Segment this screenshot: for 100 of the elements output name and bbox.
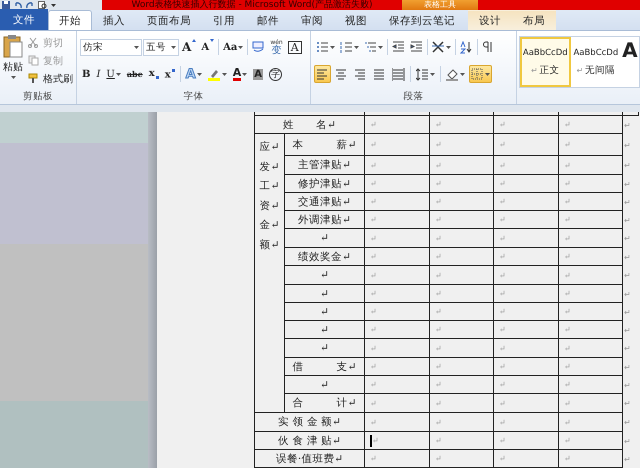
cross-arrows-icon (432, 40, 445, 54)
table-cell: ↵ (430, 193, 494, 211)
table-cell: ↵ (430, 358, 494, 376)
distribute-button[interactable] (390, 65, 407, 83)
row-end-mark: ↵ (623, 380, 632, 392)
subscript-button[interactable]: x (146, 65, 161, 83)
caret-icon (196, 72, 202, 76)
table-cell: ↵ (494, 156, 559, 175)
ribbon-tab[interactable]: 邮件 (246, 10, 290, 30)
table-cell: 主管津贴↵ (285, 156, 365, 175)
table-cell: ↵ (365, 116, 430, 134)
save-icon[interactable] (2, 1, 10, 9)
table-cell: ↵ (559, 303, 623, 321)
caret-icon[interactable] (51, 4, 56, 6)
table-cell: ↵ (430, 303, 494, 321)
table-cell: ↵ (494, 211, 559, 229)
print-preview-icon[interactable] (38, 1, 47, 9)
paste-button[interactable]: 粘贴 (1, 34, 25, 91)
group-label: 字体 (184, 91, 204, 102)
table-cell: ↵ (365, 394, 430, 413)
table-cell: ↵ (559, 413, 623, 432)
paint-bucket-icon (446, 68, 459, 80)
table-cell: ↵ (559, 156, 623, 175)
ribbon-tab[interactable]: 引用 (202, 10, 246, 30)
table-cell: 修护津贴↵ (285, 175, 365, 193)
table-cell: ↵ (365, 432, 430, 450)
up-triangle-icon (192, 39, 196, 42)
table-cell: ↵ (494, 175, 559, 193)
row-end-mark: ↵ (623, 160, 632, 172)
decrease-indent-icon (392, 40, 405, 54)
down-triangle-icon (210, 39, 214, 42)
caret-icon (134, 46, 139, 48)
table-cell: ↵ (430, 450, 494, 468)
table-cell: ↵ (285, 376, 365, 394)
italic-button[interactable]: I (94, 65, 102, 83)
style-gallery-item[interactable]: A (621, 37, 639, 87)
font-size-dropdown[interactable]: 五号 (143, 38, 179, 56)
caret-icon (354, 46, 359, 48)
table-cell: ↵ (494, 358, 559, 376)
table-cell: ↵ (494, 432, 559, 450)
ribbon-tab[interactable]: 插入 (92, 10, 136, 30)
row-end-mark: ↵ (623, 120, 632, 132)
borders-icon (471, 68, 484, 80)
change-case-button[interactable]: Aa (221, 38, 246, 56)
grow-font-button[interactable]: A (180, 38, 198, 56)
table-cell: ↵ (285, 266, 365, 285)
font-color-button[interactable]: A (230, 65, 250, 83)
table-cell: ↵ (430, 321, 494, 339)
table-cell: ↵ (559, 432, 623, 450)
table-cell: ↵ (365, 303, 430, 321)
table-cell: ↵ (365, 413, 430, 432)
table-cell: ↵ (365, 229, 430, 248)
table-cell: ↵ (559, 229, 623, 248)
table-cell: 姓 名↵ (254, 116, 365, 134)
redo-icon[interactable] (26, 1, 34, 9)
underline-button[interactable]: U (104, 65, 123, 83)
table-cell: 借 支↵ (285, 358, 365, 376)
style-gallery-item[interactable]: AaBbCcDd ↵ 正文 (520, 37, 571, 87)
ribbon-tab[interactable]: 页面布局 (136, 10, 202, 30)
table-cell: ↵ (430, 285, 494, 303)
caret-icon (330, 46, 335, 48)
ribbon-tab[interactable]: 文件 (0, 9, 48, 30)
table-cell: ↵ (559, 339, 623, 358)
style-gallery-item[interactable]: AaBbCcDd ↵ 无间隔 (570, 37, 622, 87)
row-end-mark: ↵ (623, 196, 632, 208)
scissors-icon (28, 37, 40, 49)
ribbon-tab[interactable]: 视图 (334, 10, 378, 30)
row-end-mark: ↵ (623, 362, 632, 374)
align-left-icon (316, 68, 329, 80)
ribbon-tab[interactable]: 保存到云笔记 (378, 10, 466, 30)
table-cell: ↵ (430, 248, 494, 266)
bold-button[interactable]: B (80, 65, 92, 83)
character-shading-button[interactable]: A (251, 65, 265, 83)
clipboard-icon (3, 34, 23, 58)
ribbon-tab[interactable]: 布局 (512, 10, 556, 30)
table-cell: ↵ (430, 211, 494, 229)
character-border-button[interactable]: A (286, 38, 304, 56)
table-cell: ↵ (430, 394, 494, 413)
borders-button[interactable] (469, 65, 492, 83)
table-cell: ↵ (430, 339, 494, 358)
row-end-mark: ↵ (623, 214, 632, 226)
strikethrough-button[interactable]: abe (124, 65, 145, 83)
table-cell: ↵ (365, 211, 430, 229)
superscript-button[interactable]: x (162, 65, 177, 83)
table-cell: ↵ (494, 248, 559, 266)
table-cell: ↵ (494, 339, 559, 358)
row-end-mark: ↵ (623, 288, 632, 300)
table-cell: 绩效奖金↵ (285, 248, 365, 266)
ribbon-tab[interactable]: 审阅 (290, 10, 334, 30)
cell-text: 发↵ (260, 160, 280, 174)
font-name-dropdown[interactable]: 仿宋 (80, 38, 142, 56)
row-end-mark: ↵ (623, 270, 632, 282)
shrink-font-button[interactable]: A (199, 38, 216, 56)
ribbon-tab[interactable]: 开始 (48, 10, 92, 30)
undo-icon[interactable] (14, 1, 22, 9)
table-cell: ↵ (559, 450, 623, 468)
align-left-button[interactable] (314, 65, 331, 83)
ribbon-tab[interactable]: 设计 (468, 10, 512, 30)
paintbrush-button[interactable]: 格式刷 (28, 70, 73, 88)
table-cell: 误餐·值班费↵ (254, 450, 365, 468)
